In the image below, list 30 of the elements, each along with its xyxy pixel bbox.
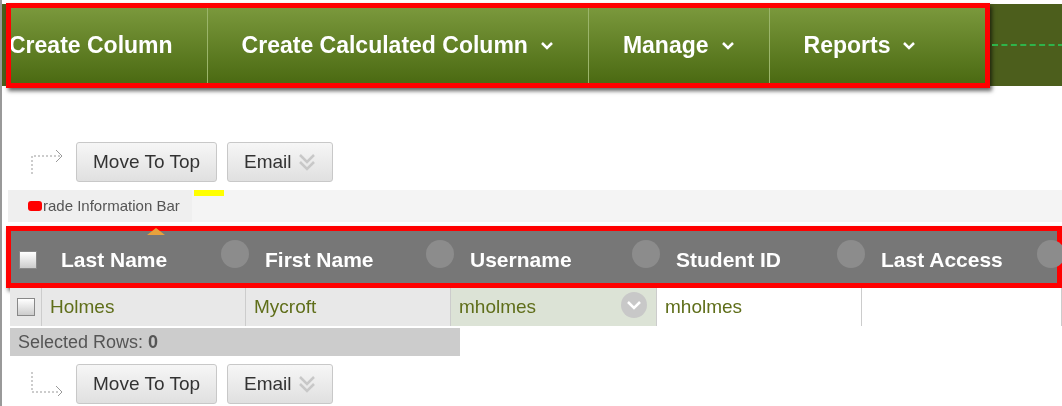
table-cell: Mycroft	[246, 288, 451, 326]
column-header[interactable]: Student ID	[676, 247, 781, 271]
double-chevron-icon	[297, 152, 316, 172]
info-bar-tab[interactable]: rade Information Bar	[8, 190, 192, 222]
email-menu-button[interactable]: Email	[227, 364, 333, 404]
double-chevron-icon	[297, 374, 316, 394]
email-menu-button[interactable]: Email	[227, 142, 333, 182]
chevron-down-icon	[539, 40, 554, 51]
column-header[interactable]: Username	[470, 247, 572, 271]
move-to-top-button[interactable]: Move To Top	[76, 142, 218, 182]
menu-item[interactable]: Manage	[588, 8, 770, 83]
table-cell: mholmes	[451, 288, 657, 326]
menu-item[interactable]: Create Calculated Column	[207, 8, 589, 83]
cell-menu-icon[interactable]	[620, 290, 648, 319]
move-to-top-button[interactable]: Move To Top	[76, 364, 218, 404]
column-header[interactable]: Last Name	[61, 247, 168, 271]
checkbox[interactable]	[19, 251, 37, 269]
dashed-line	[992, 44, 1062, 46]
chevron-down-icon	[720, 40, 735, 51]
table-cell: Holmes	[42, 288, 246, 326]
chevron-down-icon	[902, 40, 917, 51]
scribble-mark	[28, 201, 42, 211]
highlight-mark	[193, 190, 224, 196]
column-menu-icon[interactable]	[1037, 239, 1062, 268]
info-bar-label: rade Information Bar	[43, 195, 180, 216]
checkbox[interactable]	[16, 298, 35, 316]
column-header[interactable]: First Name	[265, 247, 374, 271]
column-header[interactable]: Last Access	[881, 247, 1003, 271]
menu-item[interactable]: Reports	[769, 8, 951, 83]
selected-rows-count: Selected Rows: 0	[18, 330, 159, 354]
